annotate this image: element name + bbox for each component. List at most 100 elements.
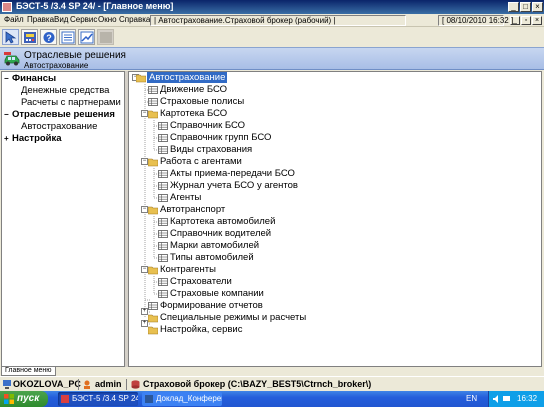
user-name: admin	[95, 379, 122, 389]
windows-taskbar: пуск БЭСТ-5 /3.4 SP 24/ Доклад_Конференц…	[0, 391, 544, 407]
disabled-button[interactable]	[97, 29, 114, 45]
expand-toggle[interactable]: +	[141, 308, 148, 315]
windows-logo-icon	[4, 394, 14, 404]
chart-button[interactable]	[78, 29, 95, 45]
datetime-status: [ 08/10/2010 16:32 ]	[438, 15, 513, 26]
disabled-icon	[100, 32, 112, 43]
nav-group-label: Отраслевые решения	[12, 109, 115, 120]
nav-item-partner-settlements[interactable]: Расчеты с партнерами	[2, 97, 122, 109]
language-indicator[interactable]: EN	[466, 394, 477, 403]
expand-icon[interactable]: +	[4, 135, 9, 143]
network-icon[interactable]	[503, 395, 511, 403]
navigation-panel: − Финансы Денежные средства Расчеты с па…	[1, 71, 125, 367]
expand-toggle[interactable]: +	[141, 320, 148, 327]
table-icon	[158, 146, 168, 154]
nav-item-cash[interactable]: Денежные средства	[2, 85, 122, 97]
menu-service[interactable]: Сервис	[70, 15, 97, 24]
tree-label: Страховые полисы	[160, 96, 245, 107]
table-icon	[158, 170, 168, 178]
tree-label: Агенты	[170, 192, 202, 203]
table-icon	[158, 230, 168, 238]
nav-group-industry-solutions[interactable]: − Отраслевые решения	[2, 109, 122, 121]
nav-item-auto-insurance[interactable]: Автострахование	[2, 121, 122, 133]
menu-tree-panel: − − − − − + + Автострахование Движение БС…	[128, 71, 542, 367]
status-bar: OKOZLOVA_PC admin Страховой брокер (C:\B…	[0, 376, 544, 391]
word-icon	[145, 395, 153, 403]
chart-icon	[80, 31, 94, 44]
user-icon	[84, 380, 90, 389]
database-path: Страховой брокер (C:\BAZY_BEST5\Ctrnch_b…	[143, 379, 372, 389]
nav-group-finance[interactable]: − Финансы	[2, 73, 122, 85]
tree-label: Специальные режимы и расчеты	[160, 312, 307, 323]
app-icon	[2, 2, 12, 12]
collapse-icon[interactable]: −	[4, 75, 9, 83]
tree-label: Автострахование	[147, 72, 228, 83]
tree-label: Типы автомобилей	[170, 252, 254, 263]
minimize-button[interactable]: _	[508, 2, 519, 12]
tree-label: Справочник БСО	[170, 120, 246, 131]
table-icon	[158, 182, 168, 190]
current-company-status: | Автострахование.Страховой брокер (рабо…	[150, 15, 406, 26]
folder-icon	[148, 158, 158, 167]
table-icon	[148, 98, 158, 106]
collapse-toggle[interactable]: −	[141, 266, 148, 273]
table-icon	[148, 86, 158, 94]
maximize-button[interactable]: □	[520, 2, 531, 12]
clock[interactable]: 16:32	[517, 394, 537, 403]
taskbar-app-label: БЭСТ-5 /3.4 SP 24/	[72, 394, 138, 403]
tree-label: Страховые компании	[170, 288, 264, 299]
mdi-minimize-button[interactable]: _	[510, 16, 520, 25]
collapse-icon[interactable]: −	[4, 111, 9, 119]
tree-label: Акты приема-передачи БСО	[170, 168, 295, 179]
table-icon	[158, 218, 168, 226]
table-icon	[158, 290, 168, 298]
collapse-toggle[interactable]: −	[141, 206, 148, 213]
tree-label: Картотека автомобилей	[170, 216, 276, 227]
pointer-button[interactable]	[2, 29, 19, 45]
calculator-icon	[24, 32, 36, 43]
title-bar: БЭСТ-5 /3.4 SP 24/ - [Главное меню] _ □ …	[0, 0, 544, 14]
taskbar-app-best5[interactable]: БЭСТ-5 /3.4 SP 24/	[58, 392, 138, 406]
tree-label: Автотранспорт	[160, 204, 226, 215]
taskbar-app-document[interactable]: Доклад_Конференц...	[142, 392, 222, 406]
start-label: пуск	[17, 393, 40, 404]
menu-edit[interactable]: Правка	[27, 15, 54, 24]
help-button[interactable]: ?	[40, 29, 57, 45]
list-button[interactable]	[59, 29, 76, 45]
menu-file[interactable]: Файл	[4, 15, 24, 24]
section-subtitle: Автострахование	[24, 61, 89, 70]
app-icon	[61, 395, 69, 403]
collapse-toggle[interactable]: −	[141, 110, 148, 117]
table-icon	[158, 242, 168, 250]
calculator-button[interactable]	[21, 29, 38, 45]
tree-label: Картотека БСО	[160, 108, 228, 119]
mdi-close-button[interactable]: ×	[532, 16, 542, 25]
nav-item-label: Автострахование	[21, 121, 98, 132]
tab-main-menu[interactable]: Главное меню	[1, 367, 56, 376]
tree-label: Работа с агентами	[160, 156, 242, 167]
folder-icon	[148, 206, 158, 215]
close-button[interactable]: ×	[532, 2, 543, 12]
table-icon	[158, 134, 168, 142]
nav-group-label: Финансы	[12, 73, 57, 84]
menu-window[interactable]: Окно	[98, 15, 117, 24]
toolbar: ?	[0, 27, 544, 47]
mdi-restore-button[interactable]: ▫	[521, 16, 531, 25]
help-icon: ?	[43, 32, 55, 43]
table-icon	[158, 194, 168, 202]
status-separator	[78, 379, 79, 390]
window-tabs: Главное меню	[0, 367, 544, 376]
tree-label: Контрагенты	[160, 264, 216, 275]
svg-text:?: ?	[46, 33, 52, 43]
menu-help[interactable]: Справка	[119, 15, 150, 24]
menu-view[interactable]: Вид	[54, 15, 68, 24]
tree-label: Справочник водителей	[170, 228, 272, 239]
tree-label: Движение БСО	[160, 84, 228, 95]
start-button[interactable]: пуск	[0, 391, 48, 407]
speaker-icon[interactable]	[493, 395, 501, 403]
nav-group-settings[interactable]: + Настройка	[2, 133, 122, 145]
folder-icon	[148, 314, 158, 323]
collapse-toggle[interactable]: −	[141, 158, 148, 165]
tree-label: Формирование отчетов	[160, 300, 263, 311]
section-title: Отраслевые решения	[24, 50, 126, 61]
